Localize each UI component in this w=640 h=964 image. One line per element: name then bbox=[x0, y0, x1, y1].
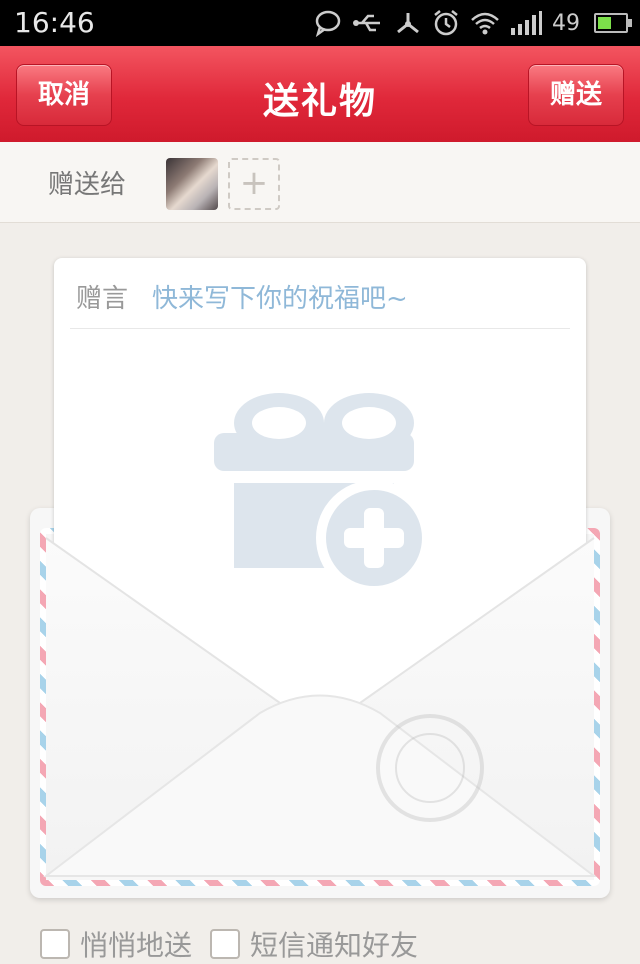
envelope-flaps bbox=[43, 537, 597, 877]
sms-notify-label: 短信通知好友 bbox=[250, 929, 419, 962]
secret-send-label: 悄悄地送 bbox=[80, 929, 193, 962]
status-icons: 49 bbox=[314, 6, 632, 40]
card-divider bbox=[70, 328, 570, 329]
message-input[interactable]: 快来写下你的祝福吧~ bbox=[152, 278, 408, 315]
share-icon bbox=[397, 13, 419, 34]
usb-icon bbox=[353, 14, 380, 32]
battery-fill bbox=[598, 17, 611, 29]
recipient-avatar[interactable] bbox=[166, 158, 218, 210]
status-time: 16:46 bbox=[14, 6, 95, 39]
alarm-icon bbox=[434, 10, 458, 36]
secret-send-checkbox[interactable] bbox=[40, 929, 70, 959]
chat-bubble-icon bbox=[315, 10, 341, 37]
signal-icon bbox=[511, 11, 542, 35]
plus-icon: + bbox=[239, 163, 269, 203]
message-label: 赠言 bbox=[76, 284, 129, 314]
sms-notify-option[interactable]: 短信通知好友 bbox=[210, 924, 418, 964]
recipient-label: 赠送给 bbox=[48, 170, 127, 200]
battery-level-text: 49 bbox=[552, 10, 580, 36]
send-options: 悄悄地送 短信通知好友 bbox=[40, 924, 418, 964]
battery-icon bbox=[594, 13, 632, 33]
postmark-stamp bbox=[376, 714, 484, 822]
secret-send-option[interactable]: 悄悄地送 bbox=[40, 924, 192, 964]
status-bar: 16:46 49 bbox=[0, 0, 640, 46]
wifi-icon bbox=[471, 12, 499, 35]
sms-notify-checkbox[interactable] bbox=[210, 929, 241, 959]
envelope: 赠言 快来写下你的祝福吧~ bbox=[30, 258, 610, 898]
send-button[interactable]: 赠送 bbox=[528, 64, 624, 126]
add-recipient-button[interactable]: + bbox=[228, 158, 280, 210]
recipient-row: 赠送给 + bbox=[0, 142, 640, 223]
title-bar: 取消 送礼物 赠送 bbox=[0, 46, 640, 143]
